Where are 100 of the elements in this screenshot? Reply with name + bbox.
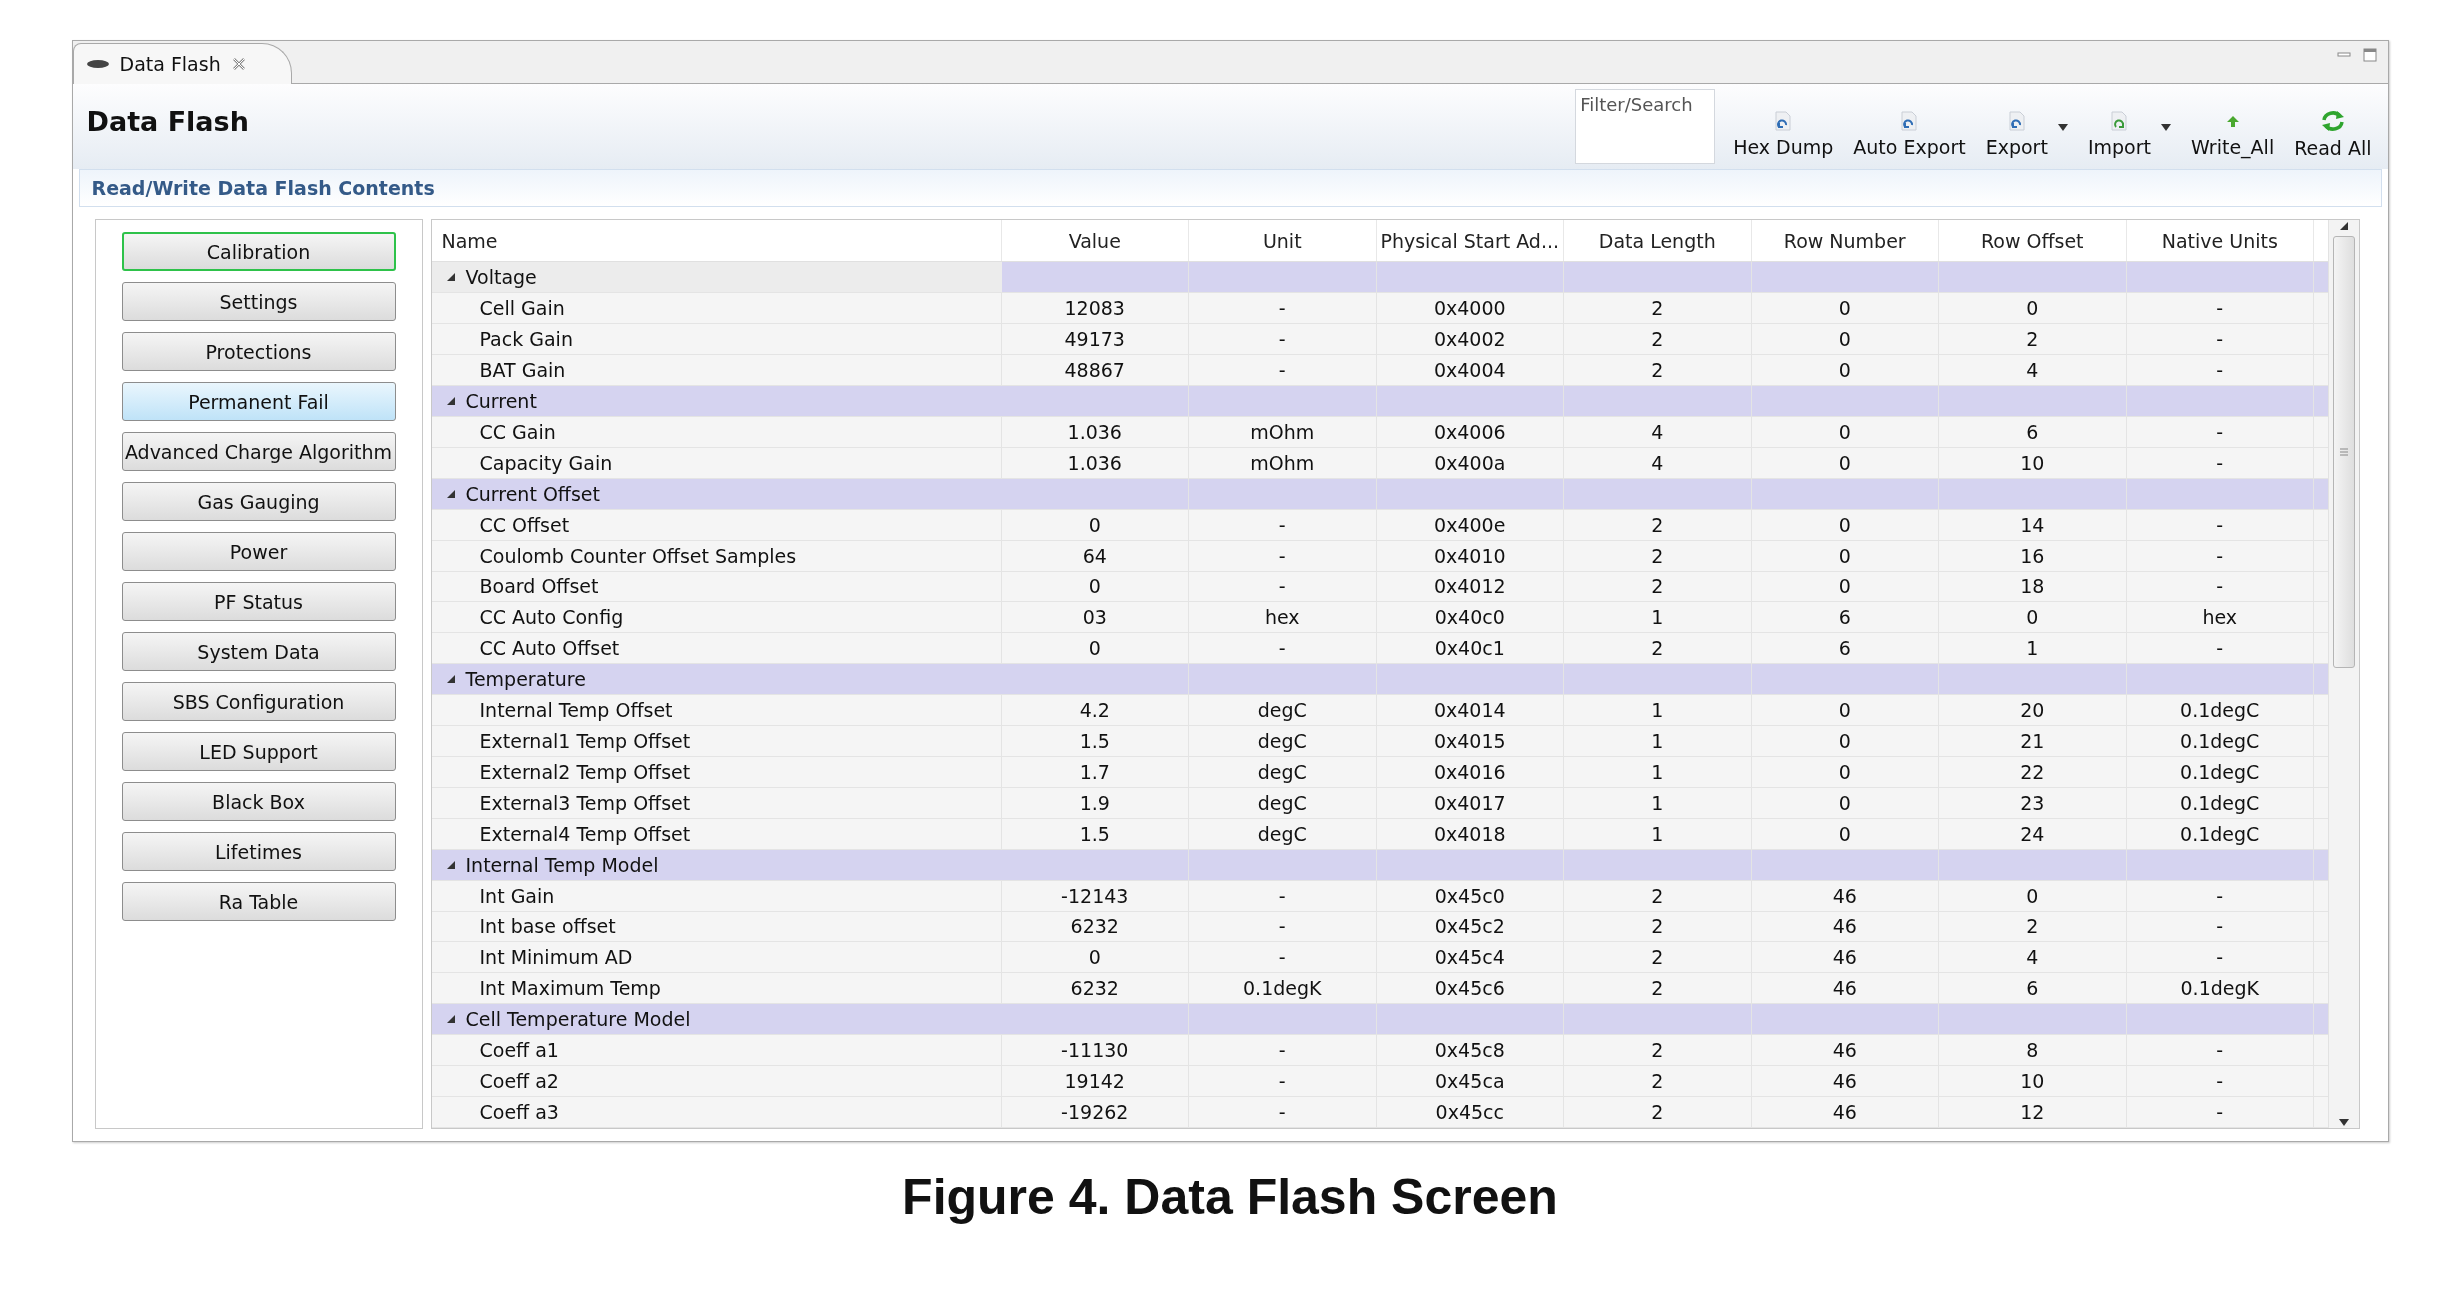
refresh-icon xyxy=(2319,108,2346,133)
column-header[interactable]: Unit xyxy=(1189,220,1377,262)
table-cell: - xyxy=(2126,911,2314,942)
search-field[interactable]: Filter/Search xyxy=(1575,89,1716,164)
table-cell: degC xyxy=(1189,726,1377,756)
table-cell: 0x45c6 xyxy=(1376,973,1564,1004)
category-button[interactable]: System Data xyxy=(121,632,396,671)
category-button[interactable]: Black Box xyxy=(121,782,396,821)
editor-tab[interactable]: Data Flash xyxy=(72,43,292,84)
category-button[interactable]: Calibration xyxy=(121,232,396,271)
table-cell: 6 xyxy=(1751,633,1939,664)
table-cell: - xyxy=(1189,911,1377,942)
category-button[interactable]: Protections xyxy=(121,332,396,371)
toolbar-button[interactable]: Hex Dump xyxy=(1731,95,1836,158)
column-header[interactable]: Native Units xyxy=(2126,220,2314,262)
table-cell: 0 xyxy=(1751,540,1939,571)
table-cell: 0.1degC xyxy=(2126,818,2314,849)
table-cell: 03 xyxy=(1001,602,1189,633)
scroll-down-icon[interactable] xyxy=(2336,1116,2351,1128)
table-cell: External2 Temp Offset xyxy=(431,756,1002,787)
column-header[interactable]: Data Length xyxy=(1564,220,1752,262)
toolbar-button[interactable]: Export xyxy=(1983,95,2050,158)
table-cell: 0x4016 xyxy=(1376,756,1564,787)
table-cell: 0x4018 xyxy=(1376,818,1564,849)
table-cell: 46 xyxy=(1751,942,1939,973)
table-cell: hex xyxy=(2126,602,2314,633)
category-button[interactable]: Lifetimes xyxy=(121,832,396,871)
table-cell: 1 xyxy=(1939,633,2127,664)
table-cell: 0.1degC xyxy=(2126,756,2314,787)
table-cell: 0x4006 xyxy=(1376,417,1564,447)
table-cell: 0 xyxy=(1751,787,1939,818)
table-cell: 0 xyxy=(1939,293,2127,324)
maximize-icon[interactable] xyxy=(2361,47,2378,63)
table-cell: 1.9 xyxy=(1001,787,1189,818)
table-cell: - xyxy=(2126,1066,2314,1096)
table-cell: 2 xyxy=(1564,509,1752,540)
table-cell: 12 xyxy=(1939,1096,2127,1127)
column-header[interactable]: Row Number xyxy=(1751,220,1939,262)
category-button[interactable]: SBS Configuration xyxy=(121,682,396,721)
scroll-thumb[interactable] xyxy=(2332,236,2355,668)
table-cell: 2 xyxy=(1564,942,1752,973)
toolbar-button[interactable]: Auto Export xyxy=(1851,95,1968,158)
close-icon[interactable] xyxy=(230,56,247,72)
table-cell: - xyxy=(1189,1035,1377,1066)
category-button[interactable]: Ra Table xyxy=(121,882,396,921)
column-header[interactable]: Row Offset xyxy=(1939,220,2127,262)
table-cell: 1 xyxy=(1564,726,1752,756)
table-cell: 1.036 xyxy=(1001,447,1189,478)
column-header[interactable]: Name xyxy=(431,220,1002,262)
table-cell: - xyxy=(2126,571,2314,602)
scrollbar[interactable] xyxy=(2327,220,2359,1128)
table-cell: 4 xyxy=(1564,447,1752,478)
section-title: Read/Write Data Flash Contents xyxy=(78,169,2382,207)
category-button[interactable]: Advanced Charge Algorithm xyxy=(121,432,396,471)
toolbar-button[interactable]: Read All xyxy=(2292,94,2374,159)
table-cell: 46 xyxy=(1751,880,1939,911)
table-cell: 2 xyxy=(1564,1035,1752,1066)
category-button[interactable]: Settings xyxy=(121,282,396,321)
category-button[interactable]: Power xyxy=(121,532,396,571)
table-cell: 21 xyxy=(1939,726,2127,756)
table-cell: 0 xyxy=(1751,293,1939,324)
table-cell: degC xyxy=(1189,695,1377,726)
table-cell: External4 Temp Offset xyxy=(431,818,1002,849)
category-button[interactable]: LED Support xyxy=(121,732,396,771)
table-cell: 0 xyxy=(1751,324,1939,355)
table-cell: BAT Gain xyxy=(431,355,1002,386)
category-button[interactable]: Permanent Fail xyxy=(121,382,396,421)
category-button[interactable]: PF Status xyxy=(121,582,396,621)
table-cell: Int base offset xyxy=(431,911,1002,942)
table-cell: 0x45cc xyxy=(1376,1096,1564,1127)
table-cell: 0 xyxy=(1001,509,1189,540)
table-cell: 0x4004 xyxy=(1376,355,1564,386)
table-cell: 12083 xyxy=(1001,293,1189,324)
table-cell: 0x40c0 xyxy=(1376,602,1564,633)
table-cell: - xyxy=(1189,1096,1377,1127)
table-cell: 1.5 xyxy=(1001,818,1189,849)
table-cell: 0x4014 xyxy=(1376,695,1564,726)
category-button[interactable]: Gas Gauging xyxy=(121,482,396,521)
column-header[interactable]: Physical Start Ad... xyxy=(1376,220,1564,262)
toolbar-button[interactable]: Write_All xyxy=(2188,95,2277,158)
table-cell: 0x4002 xyxy=(1376,324,1564,355)
table-cell: 22 xyxy=(1939,756,2127,787)
column-header[interactable]: Value xyxy=(1001,220,1189,262)
table-cell: 0x4017 xyxy=(1376,787,1564,818)
table-cell: 14 xyxy=(1939,509,2127,540)
table-cell: 19142 xyxy=(1001,1066,1189,1096)
table-cell: - xyxy=(2126,633,2314,664)
table-cell: Coeff a3 xyxy=(431,1096,1002,1127)
table-cell: Cell Gain xyxy=(431,293,1002,324)
table-cell: - xyxy=(2126,942,2314,973)
table-cell: - xyxy=(1189,293,1377,324)
table-cell: 6232 xyxy=(1001,911,1189,942)
table-cell: - xyxy=(2126,447,2314,478)
table-cell: 0x45c2 xyxy=(1376,911,1564,942)
table-cell: 0 xyxy=(1751,695,1939,726)
toolbar-button[interactable]: Import xyxy=(2085,95,2153,158)
table-cell: 6 xyxy=(1751,602,1939,633)
group-row-name[interactable]: Voltage xyxy=(431,262,1002,293)
table-cell: 0.1degC xyxy=(2126,695,2314,726)
table-cell: -11130 xyxy=(1001,1035,1189,1066)
